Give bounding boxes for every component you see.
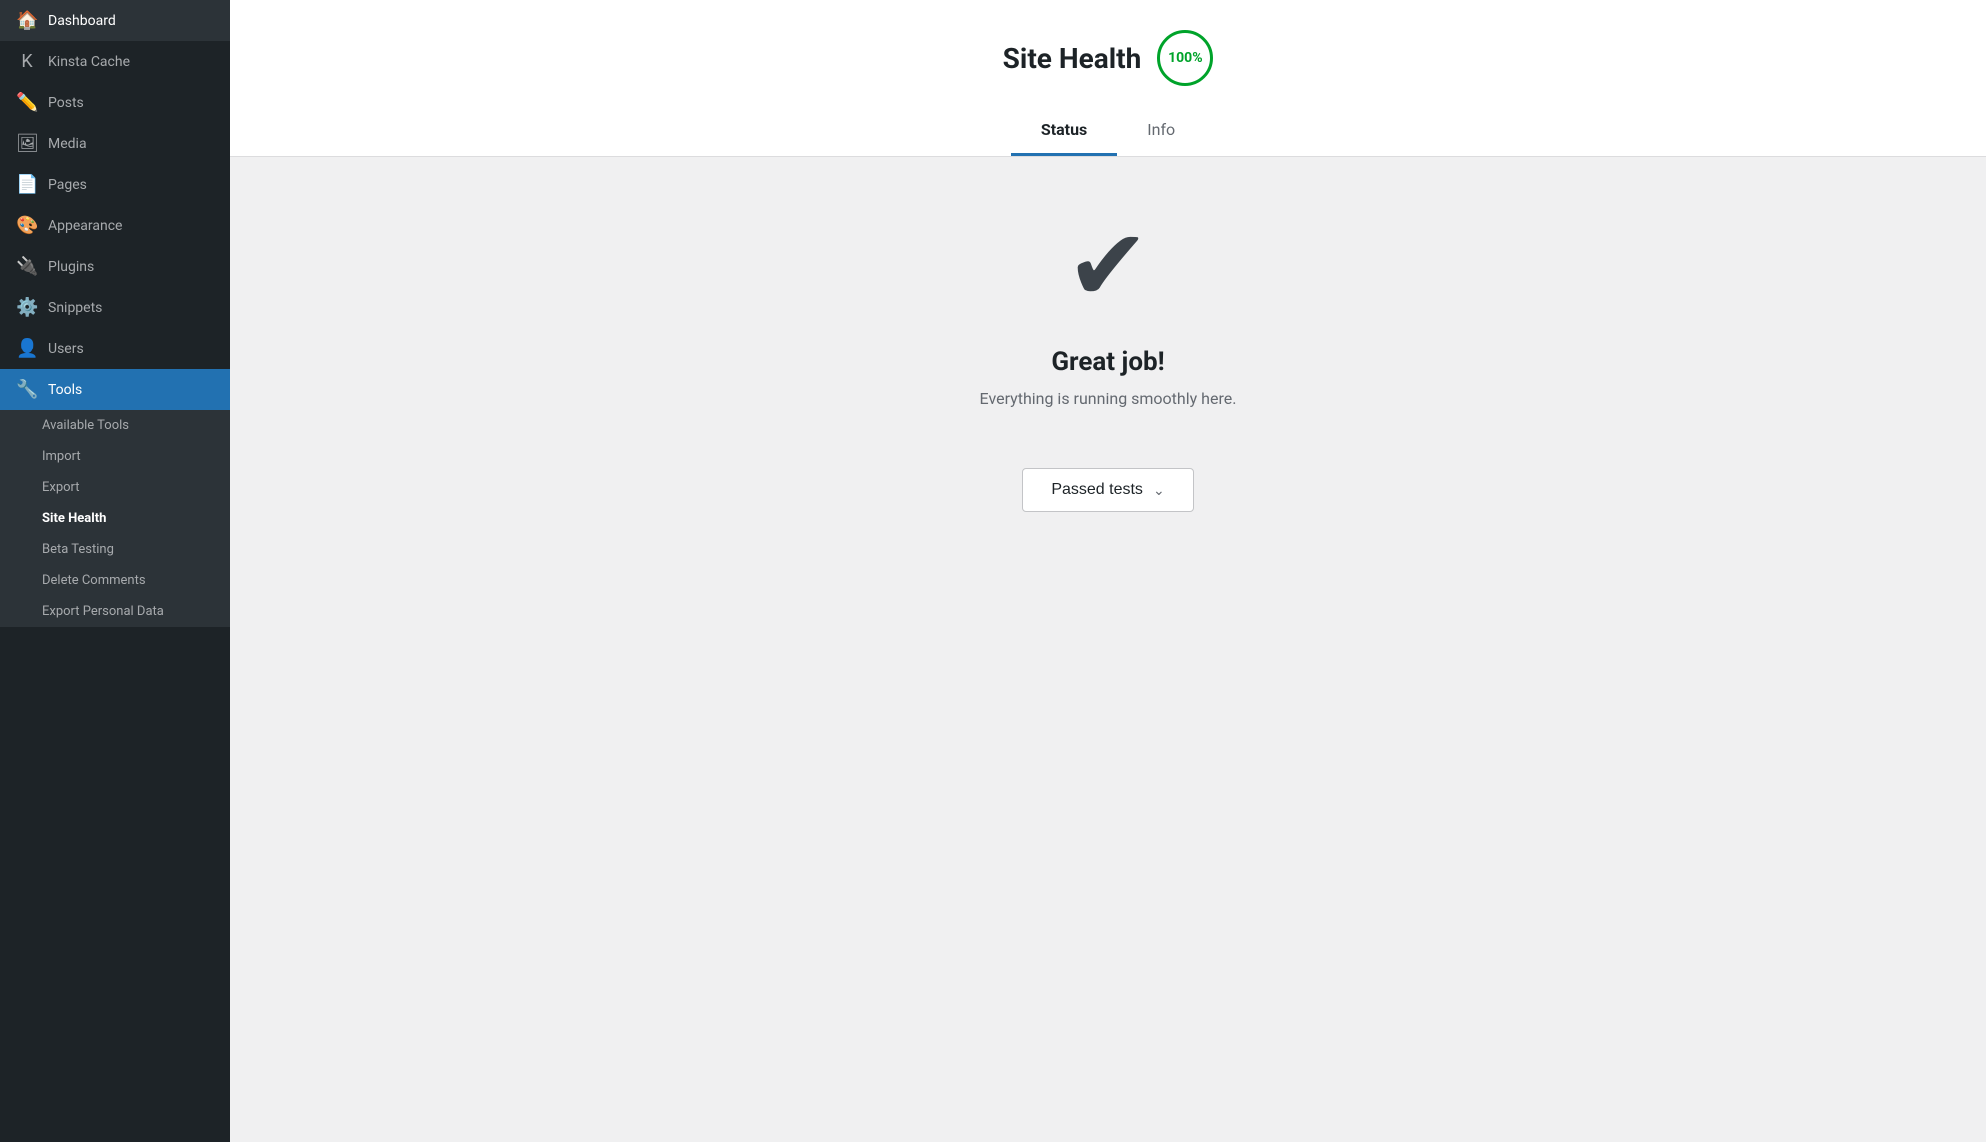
plugins-icon: 🔌 [16,256,38,277]
passed-tests-label: Passed tests [1051,481,1143,499]
appearance-icon: 🎨 [16,215,38,236]
main-content: Site Health 100% StatusInfo ✔ Great job!… [230,0,1986,1142]
sidebar-label-snippets: Snippets [48,300,102,316]
content-area: ✔ Great job! Everything is running smoot… [230,157,1986,1142]
passed-tests-button[interactable]: Passed tests ⌄ [1022,468,1193,512]
sidebar-item-dashboard[interactable]: 🏠 Dashboard [0,0,230,41]
sidebar-subitem-available-tools[interactable]: Available Tools [0,410,230,441]
sidebar-item-snippets[interactable]: ⚙️ Snippets [0,287,230,328]
pages-icon: 📄 [16,174,38,195]
sidebar-item-kinsta-cache[interactable]: K Kinsta Cache [0,41,230,82]
sidebar-submenu-tools: Available ToolsImportExportSite HealthBe… [0,410,230,627]
dashboard-icon: 🏠 [16,10,38,31]
sidebar-subitem-export[interactable]: Export [0,472,230,503]
kinsta-cache-icon: K [16,51,38,72]
sidebar-subitem-export-personal-data[interactable]: Export Personal Data [0,596,230,627]
tab-bar: StatusInfo [270,110,1946,156]
sidebar-item-media[interactable]: 🖼 Media [0,123,230,164]
health-badge: 100% [1157,30,1213,86]
snippets-icon: ⚙️ [16,297,38,318]
sidebar-subitem-site-health[interactable]: Site Health [0,503,230,534]
sidebar-subitem-import[interactable]: Import [0,441,230,472]
sidebar-label-media: Media [48,136,87,152]
tab-status[interactable]: Status [1011,110,1117,156]
sidebar-item-posts[interactable]: ✏️ Posts [0,82,230,123]
sidebar-label-plugins: Plugins [48,259,94,275]
sidebar-item-tools[interactable]: 🔧 Tools [0,369,230,410]
subtitle-text: Everything is running smoothly here. [980,389,1237,408]
posts-icon: ✏️ [16,92,38,113]
sidebar-item-appearance[interactable]: 🎨 Appearance [0,205,230,246]
sidebar-label-tools: Tools [48,382,82,398]
users-icon: 👤 [16,338,38,359]
sidebar-label-users: Users [48,341,84,357]
page-header: Site Health 100% StatusInfo [230,0,1986,157]
checkmark-icon: ✔ [1066,217,1150,317]
chevron-down-icon: ⌄ [1153,482,1165,499]
sidebar-item-plugins[interactable]: 🔌 Plugins [0,246,230,287]
media-icon: 🖼 [16,133,38,154]
sidebar-label-posts: Posts [48,95,84,111]
page-title: Site Health [1003,42,1142,75]
great-job-heading: Great job! [1051,347,1164,377]
sidebar-subitem-beta-testing[interactable]: Beta Testing [0,534,230,565]
sidebar: 🏠 DashboardK Kinsta Cache✏️ Posts🖼 Media… [0,0,230,1142]
sidebar-label-pages: Pages [48,177,87,193]
sidebar-label-kinsta-cache: Kinsta Cache [48,54,130,70]
sidebar-label-appearance: Appearance [48,218,122,234]
header-title-row: Site Health 100% [270,30,1946,86]
sidebar-subitem-delete-comments[interactable]: Delete Comments [0,565,230,596]
tab-info[interactable]: Info [1117,110,1205,156]
sidebar-item-pages[interactable]: 📄 Pages [0,164,230,205]
tools-icon: 🔧 [16,379,38,400]
sidebar-label-dashboard: Dashboard [48,13,116,29]
sidebar-item-users[interactable]: 👤 Users [0,328,230,369]
